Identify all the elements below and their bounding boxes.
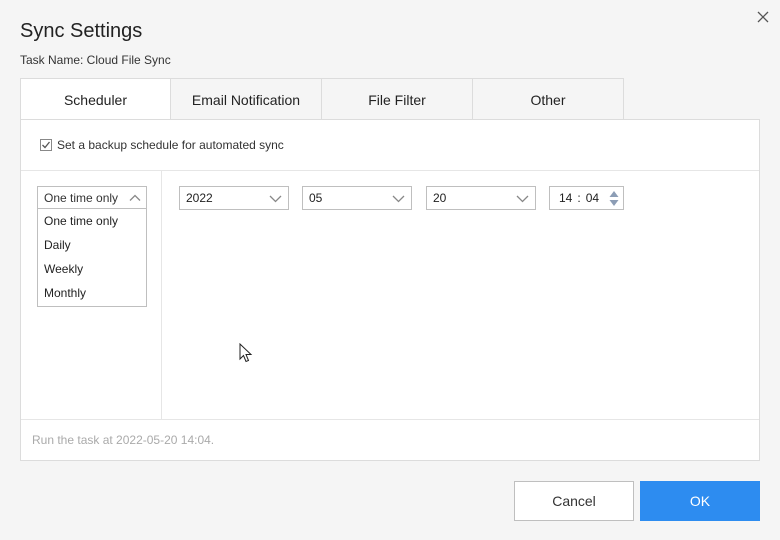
task-name: Task Name: Cloud File Sync [20, 53, 171, 67]
day-value: 20 [433, 191, 447, 205]
year-value: 2022 [186, 191, 213, 205]
frequency-option-one-time[interactable]: One time only [38, 209, 146, 233]
month-value: 05 [309, 191, 323, 205]
time-hour[interactable]: 14 [559, 191, 572, 205]
frequency-options-list: One time only Daily Weekly Monthly [37, 209, 147, 307]
frequency-option-monthly[interactable]: Monthly [38, 281, 146, 305]
scheduler-panel: Set a backup schedule for automated sync… [20, 119, 760, 461]
divider [21, 170, 759, 171]
time-separator: : [577, 191, 581, 205]
year-select[interactable]: 2022 [179, 186, 289, 210]
tab-email-notification[interactable]: Email Notification [171, 78, 322, 120]
schedule-checkbox-label: Set a backup schedule for automated sync [57, 138, 284, 152]
dialog-title: Sync Settings [20, 20, 143, 42]
frequency-option-daily[interactable]: Daily [38, 233, 146, 257]
day-select[interactable]: 20 [426, 186, 536, 210]
chevron-down-icon [269, 195, 282, 203]
checkmark-icon [42, 141, 51, 149]
tab-file-filter[interactable]: File Filter [322, 78, 473, 120]
time-minute[interactable]: 04 [586, 191, 599, 205]
ok-button[interactable]: OK [640, 481, 760, 521]
divider [21, 419, 759, 420]
chevron-down-icon [516, 195, 529, 203]
spinner-arrows-icon[interactable] [609, 190, 619, 207]
schedule-status-text: Run the task at 2022-05-20 14:04. [32, 433, 215, 447]
tab-other[interactable]: Other [473, 78, 624, 120]
month-select[interactable]: 05 [302, 186, 412, 210]
frequency-selected-value: One time only [44, 190, 119, 205]
chevron-down-icon [392, 195, 405, 203]
schedule-checkbox-row: Set a backup schedule for automated sync [40, 138, 284, 152]
mouse-cursor-icon [239, 343, 253, 363]
schedule-checkbox[interactable] [40, 139, 52, 151]
chevron-up-icon [129, 194, 141, 201]
tab-scheduler[interactable]: Scheduler [20, 78, 171, 121]
tab-bar: Scheduler Email Notification File Filter… [20, 78, 624, 121]
sync-settings-dialog: Sync Settings Task Name: Cloud File Sync… [0, 0, 780, 540]
close-button[interactable] [752, 6, 774, 28]
frequency-select[interactable]: One time only [37, 186, 147, 209]
frequency-option-weekly[interactable]: Weekly [38, 257, 146, 281]
divider [161, 171, 162, 419]
cancel-button[interactable]: Cancel [514, 481, 634, 521]
close-icon [757, 11, 769, 23]
time-spinner[interactable]: 14 : 04 [549, 186, 624, 210]
